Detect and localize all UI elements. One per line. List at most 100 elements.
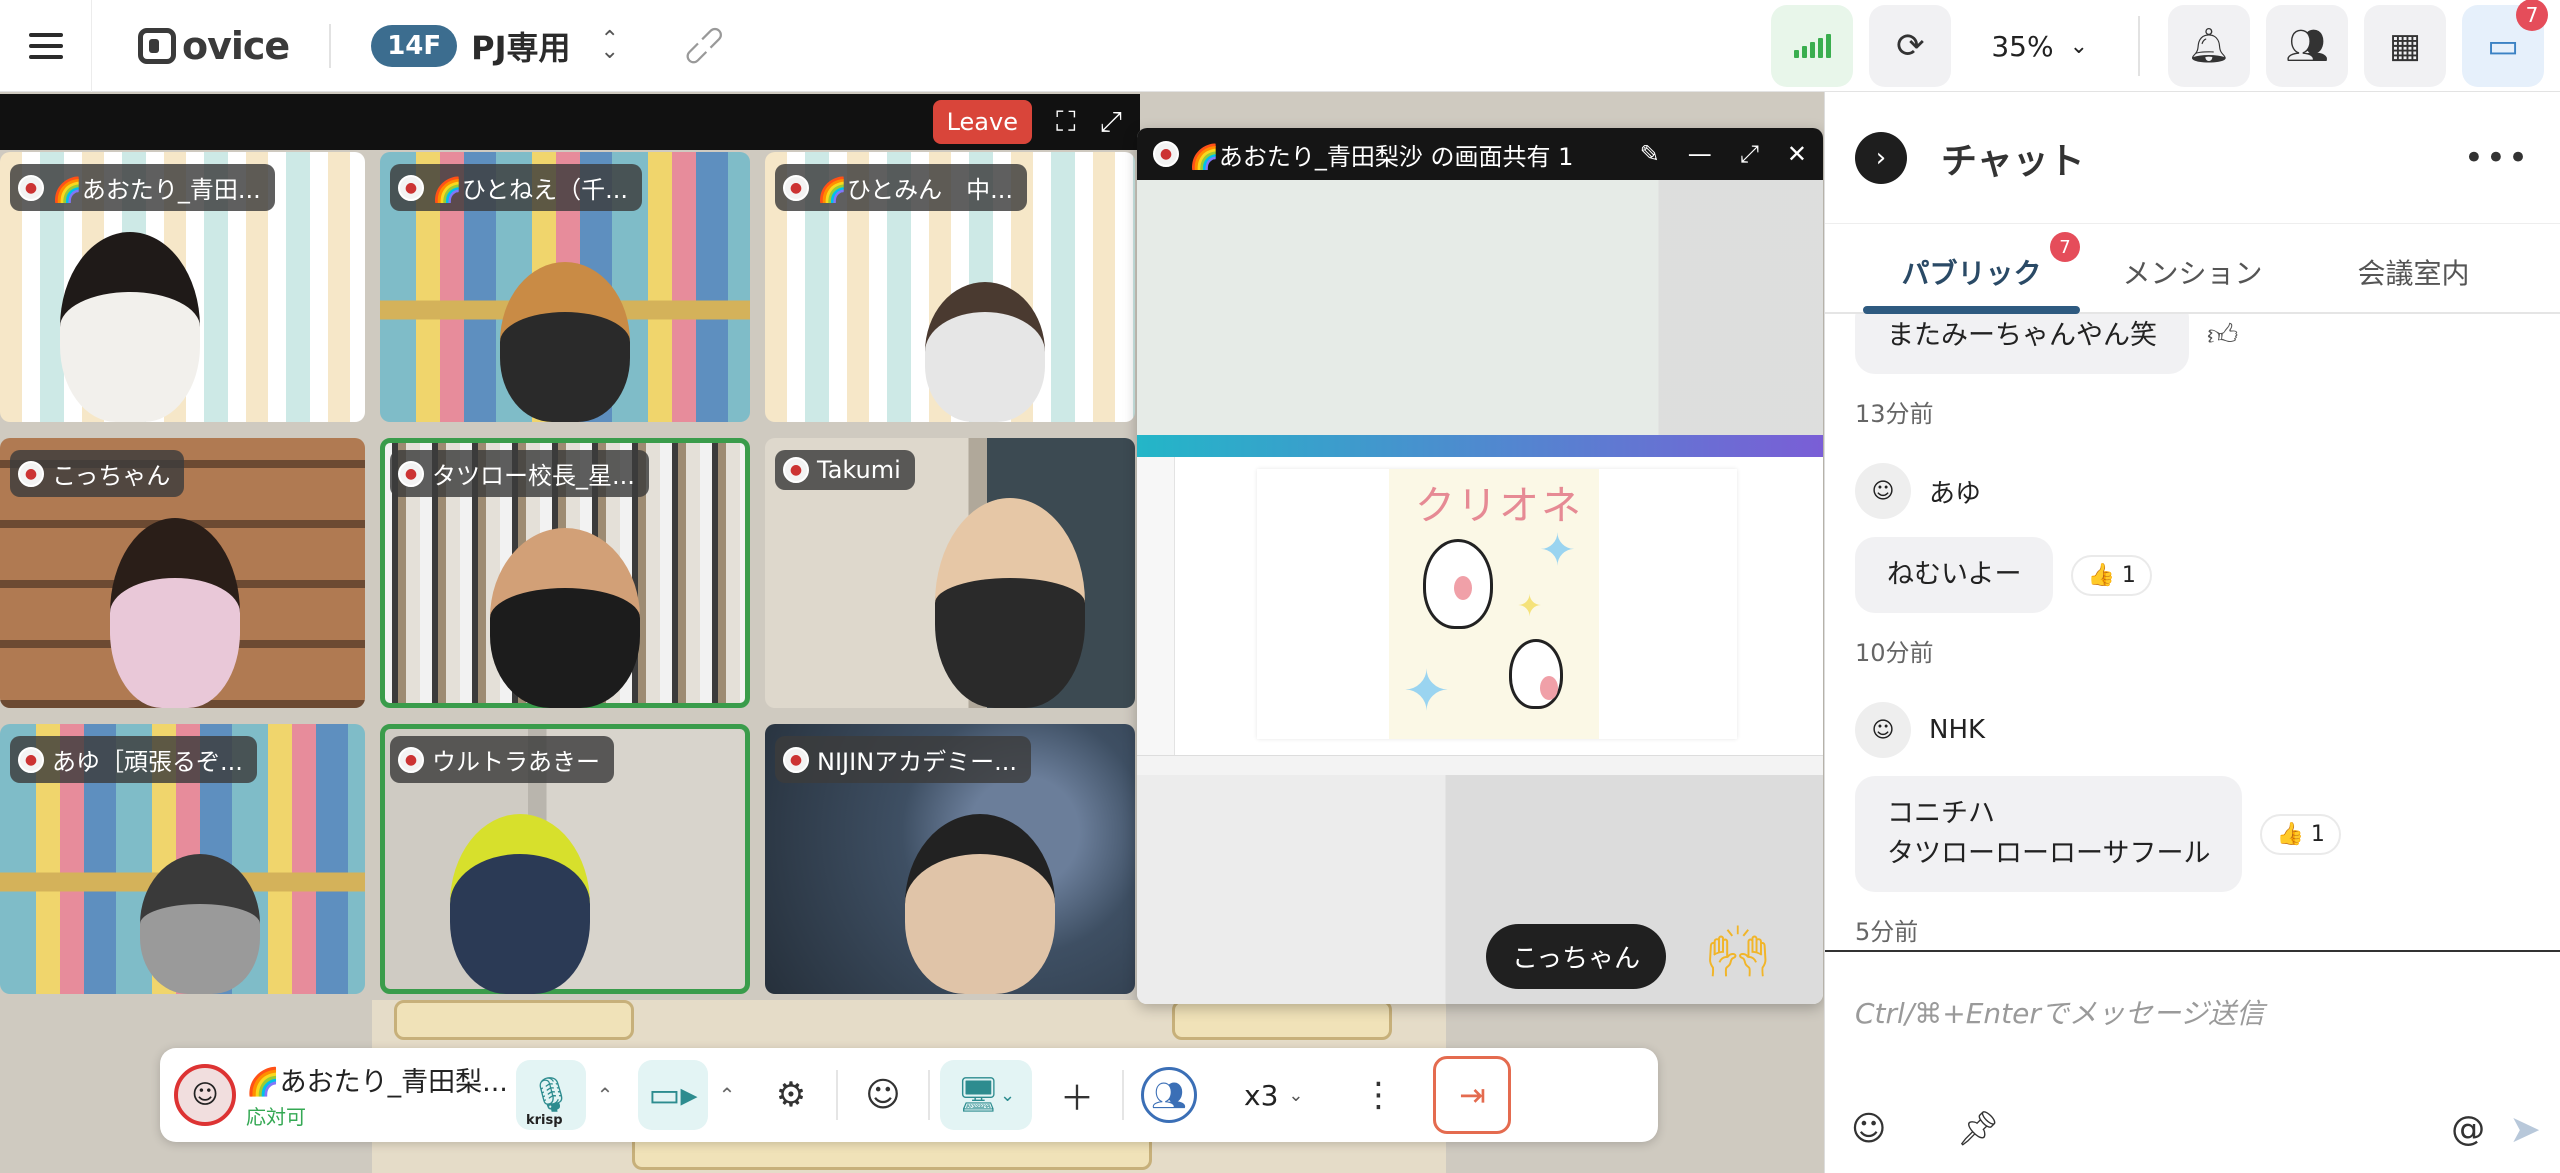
speed-selector[interactable]: x3 [1244,1079,1278,1112]
chat-toggle-button[interactable]: ▭ 7 [2462,0,2548,87]
participant-name-tag: ● NIJINアカデミー... [775,736,1032,783]
my-avatar[interactable]: ☺ [174,1064,236,1126]
shared-app-window: クリオネ ✦ ✦ ✦ [1137,435,1823,755]
message-bubble[interactable]: ねむいよー [1855,537,2054,613]
add-button[interactable]: ＋ [1042,1060,1112,1130]
reload-button[interactable]: ⟳ [1869,5,1952,87]
leave-meeting-button[interactable]: Leave [932,100,1032,144]
message-bubble[interactable]: またみーちゃんやん笑 [1855,314,2189,374]
zoom-select[interactable]: 35% ⌄ [1991,30,2088,63]
avatar: ● [1153,141,1179,167]
mention-icon[interactable]: @ [2451,1109,2485,1149]
video-tile[interactable]: ● 🌈あおたり_青田... [0,152,365,422]
app-sidebar [1137,457,1175,755]
chevron-up-icon: ⌃ [596,1083,614,1107]
video-tile[interactable]: ● タツロー校長_星... [380,438,750,708]
members-button[interactable]: 👥︎ [2266,5,2348,87]
logo-text: ovice [182,23,290,68]
video-tile[interactable]: ● ウルトラあきー [380,724,750,994]
settings-button[interactable]: ⚙ [756,1060,826,1130]
reaction-badge[interactable]: 👍 1 [2071,554,2152,596]
send-icon[interactable]: ➤ [2509,1107,2541,1151]
refresh-icon: ⟳ [1896,26,1925,66]
logo[interactable]: ovice [138,23,290,68]
video-tile[interactable]: ● NIJINアカデミー... [765,724,1135,994]
participant-name-tag: ● ウルトラあきー [390,736,614,783]
connection-status-button[interactable] [1771,5,1854,87]
shared-screen: クリオネ ✦ ✦ ✦ [1137,180,1823,1004]
thumbs-up-icon[interactable]: 👍︎ [2207,318,2238,354]
avatar: ● [783,457,809,483]
chevron-right-icon: › [1875,142,1887,173]
video-tile[interactable]: ● Takumi [765,438,1135,708]
microphone-icon: 🎙︎ [529,1075,573,1115]
avatar[interactable]: ☺ [1855,463,1911,519]
participant-video [110,518,240,708]
participant-name-tag: ● あゆ［頑張るぞ... [10,736,257,783]
participant-video [490,528,640,708]
expand-icon[interactable]: ⤢ [1100,105,1122,139]
avatar: ● [783,174,809,201]
leave-space-button[interactable]: ⇥ [1433,1056,1512,1134]
divider [928,1070,930,1120]
camera-options-button[interactable]: ⌃ [708,1060,746,1130]
participant-video [140,854,260,994]
video-tile[interactable]: ● 🌈ひとみん 中... [765,152,1135,422]
pin-icon[interactable]: 📌︎ [1956,1109,1999,1149]
participant-name-tag: ● タツロー校長_星... [390,450,649,497]
space-name[interactable]: PJ専用 [471,23,570,69]
chevron-down-icon: ⌄ [1000,1084,1016,1106]
participant-name-tag: ● こっちゃん [10,450,185,497]
participant-video [905,814,1055,994]
tab-mention[interactable]: メンション [2082,252,2303,312]
tab-meeting-room[interactable]: 会議室内 [2303,252,2524,312]
notification-button[interactable]: 🔔︎ [2168,5,2250,87]
message-list[interactable]: またみーちゃんやん笑 👍︎ 13分前 ☺ あゆ ねむいよー 👍 1 10分前 ☺… [1825,314,2560,1044]
more-button[interactable]: ⋮ [1343,1060,1413,1130]
video-tile[interactable]: ● あゆ［頑張るぞ... [0,724,365,994]
divider [329,23,332,68]
my-profile[interactable]: 🌈あおたり_青田梨... 応対可 [246,1060,516,1130]
video-panel: Leave ⛶ ⤢ ● 🌈あおたり_青田... ● 🌈ひとねえ（千... ● 🌈ひとみ… [0,94,1140,1000]
reaction-button[interactable]: ☺ [848,1060,918,1130]
mic-options-button[interactable]: ⌃ [586,1060,624,1130]
clione-drawing [1509,639,1563,709]
link-icon[interactable]: ⊂⊃ [674,15,734,75]
annotate-icon[interactable]: ✎ [1640,140,1660,168]
participant-video [925,282,1045,422]
message-bubble[interactable]: コニチハ タツローローローサフール [1855,776,2243,892]
screen-share-window[interactable]: ● 🌈あおたり_青田梨沙 の画面共有 1 ✎ — ⤢ ✕ クリオネ ✦ ✦ ✦ [1137,128,1823,1004]
expand-icon[interactable]: ⤢ [1740,140,1759,168]
fit-screen-icon[interactable]: ⛶ [1056,105,1076,139]
participant-name-tag: ● Takumi [775,450,915,490]
participant-video [450,814,590,994]
chevron-down-icon[interactable]: ⌄ [1288,1085,1303,1106]
screen-share-button[interactable]: 🖥︎ ⌄ [940,1060,1032,1130]
message: ねむいよー 👍 1 [1855,537,2531,613]
reaction-badge[interactable]: 👍 1 [2260,813,2341,855]
floor-object [394,1000,634,1040]
microphone-button[interactable]: 🎙︎ krisp [516,1060,586,1130]
menu-button[interactable] [0,0,92,92]
calendar-button[interactable]: ▦ [2364,5,2446,87]
space-switch-icon[interactable]: ⌃ ⌄ [601,28,619,62]
close-icon[interactable]: ✕ [1787,140,1807,168]
video-tile[interactable]: ● こっちゃん [0,438,365,708]
minimize-icon[interactable]: — [1688,140,1712,168]
camera-button[interactable]: ▭▸ [638,1060,708,1130]
video-tile[interactable]: ● 🌈ひとねえ（千... [380,152,750,422]
avatar[interactable]: ☺ [1855,702,1911,758]
message-sender: ☺ NHK [1855,702,2531,758]
collapse-chat-button[interactable]: › [1855,131,1907,184]
emoji-icon[interactable]: ☺ [1851,1109,1886,1149]
clione-drawing [1423,539,1493,629]
message-time: 13分前 [1855,400,1934,428]
floor-badge[interactable]: 14F [371,24,458,67]
message-input[interactable]: Ctrl/⌘+Enterでメッセージ送信 [1855,992,2264,1032]
group-button[interactable]: 👥︎ [1134,1060,1204,1130]
chevron-up-icon: ⌃ [718,1083,736,1107]
avatar: ● [398,746,424,773]
more-horizontal-icon[interactable]: ••• [2464,138,2530,178]
message: コニチハ タツローローローサフール 👍 1 [1855,776,2531,892]
tab-public[interactable]: パブリック 7 [1861,232,2082,314]
